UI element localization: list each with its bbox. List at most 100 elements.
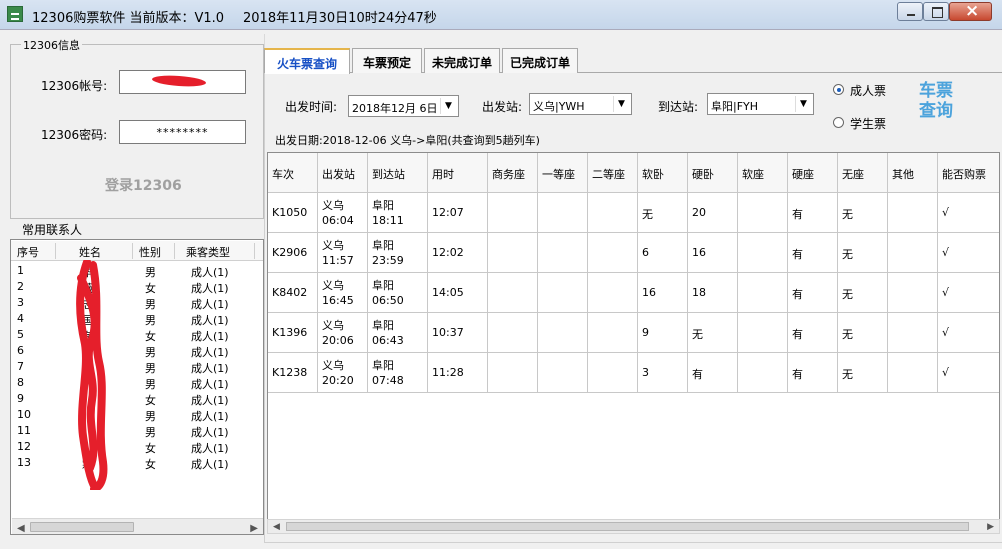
scroll-right-arrow-icon[interactable]: ▶ [250,523,258,534]
train-table-scroll-thumb[interactable] [286,522,969,531]
tab-train-query[interactable]: 火车票查询 [264,48,350,74]
chevron-down-icon[interactable]: ▼ [440,98,456,114]
train-number: K1396 [272,326,308,339]
arrival-time: 07:48 [372,374,404,387]
to-station-time: 阜阳 06:50 [372,278,404,308]
from-station-time: 义乌 16:45 [322,278,354,308]
no-seat-availability: 无 [842,248,853,261]
contact-type: 成人(1) [191,282,229,295]
password-value: ******** [156,126,209,139]
train-table-horizontal-scrollbar[interactable]: ◀ ▶ [267,519,1000,534]
to-station-label: 到达站: [658,100,699,114]
from-station-time: 义乌 20:06 [322,318,354,348]
minimize-button[interactable] [897,2,923,21]
header-no-seat: 无座 [842,168,864,181]
contact-gender: 男 [145,378,156,391]
soft-sleeper-availability: 无 [642,208,653,221]
arrival-time: 18:11 [372,214,404,227]
to-station-name: 阜阳 [372,239,394,252]
contact-type: 成人(1) [191,442,229,455]
can-buy-checkmark: √ [942,366,950,379]
from-station-value: 义乌|YWH [533,100,585,113]
header-business-seat: 商务座 [492,168,525,181]
header-second-class: 二等座 [592,168,625,181]
contact-index: 13 [17,456,31,469]
contact-type: 成人(1) [191,266,229,279]
adult-ticket-radio[interactable] [833,84,844,95]
chevron-down-icon[interactable]: ▼ [613,96,629,112]
window-title: 12306购票软件 当前版本：V1.0 [32,11,225,26]
contacts-header-gender: 性别 [139,246,161,259]
scroll-right-arrow-icon[interactable]: ▶ [987,522,994,532]
train-row[interactable]: K2906 义乌 11:57 阜阳 23:59 12:02 6 16 有 无 √ [268,233,999,273]
departure-date-picker[interactable]: 2018年12月 6日 ▼ [348,95,459,117]
contacts-scroll-thumb[interactable] [30,522,134,532]
contact-gender: 女 [145,458,156,471]
student-ticket-radio[interactable] [833,117,844,128]
hard-seat-availability: 有 [792,328,803,341]
tab-finished-orders[interactable]: 已完成订单 [502,48,578,73]
contact-name: 国 [82,314,93,327]
contact-gender: 女 [145,330,156,343]
contact-row[interactable]: 11 男 成人(1) [11,423,263,439]
account-field[interactable] [119,70,246,94]
contacts-horizontal-scrollbar[interactable]: ◀ ▶ [12,518,263,534]
header-first-class: 一等座 [542,168,575,181]
train-row[interactable]: K8402 义乌 16:45 阜阳 06:50 14:05 16 18 有 无 √ [268,273,999,313]
scroll-left-arrow-icon[interactable]: ◀ [273,522,280,532]
contact-row[interactable]: 12 女 成人(1) [11,439,263,455]
from-station-select[interactable]: 义乌|YWH ▼ [529,93,632,115]
ticket-query-button[interactable]: 车票 查询 [910,81,962,129]
train-row[interactable]: K1050 义乌 06:04 阜阳 18:11 12:07 无 20 有 无 √ [268,193,999,233]
to-station-select[interactable]: 阜阳|FYH ▼ [707,93,814,115]
contact-name: 海 [82,330,93,343]
contact-row[interactable]: 8 男 成人(1) [11,375,263,391]
tab-ticket-booking[interactable]: 车票预定 [352,48,422,73]
password-field[interactable]: ******** [119,120,246,144]
title-bar: 12306购票软件 当前版本：V1.0 2018年11月30日10时24分47秒 [0,0,1002,30]
redacted-account-mark [151,74,207,88]
account-label: 12306帐号: [41,79,108,93]
contact-row[interactable]: 5 海 女 成人(1) [11,327,263,343]
duration: 11:28 [432,366,464,379]
contact-row[interactable]: 3 志 男 成人(1) [11,295,263,311]
contacts-header-name: 姓名 [79,246,101,259]
contact-row[interactable]: 10 男 成人(1) [11,407,263,423]
train-row[interactable]: K1238 义乌 20:20 阜阳 07:48 11:28 3 有 有 无 √ [268,353,999,393]
contact-name: 薇 [82,282,93,295]
password-label: 12306密码: [41,128,108,142]
hard-sleeper-availability: 有 [692,368,703,381]
chevron-down-icon[interactable]: ▼ [795,96,811,112]
train-results-table: 车次 出发站 到达站 用时 商务座 一等座 二等座 软卧 硬卧 软座 硬座 无座… [267,152,1000,520]
from-station-time: 义乌 20:20 [322,358,354,388]
header-hard-seat: 硬座 [792,168,814,181]
header-other: 其他 [892,168,914,181]
close-button[interactable] [949,1,992,21]
contact-gender: 女 [145,394,156,407]
contact-row[interactable]: 2 薇 女 成人(1) [11,279,263,295]
header-soft-seat: 软座 [742,168,764,181]
contact-row[interactable]: 13 霜 女 成人(1) [11,455,263,471]
contact-row[interactable]: 1 华 男 成人(1) [11,263,263,279]
maximize-button[interactable] [923,2,949,21]
tab-unfinished-orders[interactable]: 未完成订单 [424,48,500,73]
scroll-left-arrow-icon[interactable]: ◀ [17,523,25,534]
to-station-time: 阜阳 23:59 [372,238,404,268]
contact-index: 1 [17,264,24,277]
contact-gender: 女 [145,282,156,295]
train-number: K2906 [272,246,308,259]
contact-name: 华 [82,266,93,279]
login-button[interactable]: 登录12306 [105,175,182,195]
contact-row[interactable]: 9 女 成人(1) [11,391,263,407]
arrival-time: 23:59 [372,254,404,267]
contact-row[interactable]: 7 男 成人(1) [11,359,263,375]
contact-index: 4 [17,312,24,325]
train-row[interactable]: K1396 义乌 20:06 阜阳 06:43 10:37 9 无 有 无 √ [268,313,999,353]
contacts-title: 常用联系人 [22,223,83,237]
contact-row[interactable]: 6 男 成人(1) [11,343,263,359]
contact-gender: 男 [145,410,156,423]
soft-sleeper-availability: 6 [642,246,649,259]
contact-gender: 女 [145,442,156,455]
contact-name: 志 [82,298,93,311]
contact-row[interactable]: 4 国 男 成人(1) [11,311,263,327]
